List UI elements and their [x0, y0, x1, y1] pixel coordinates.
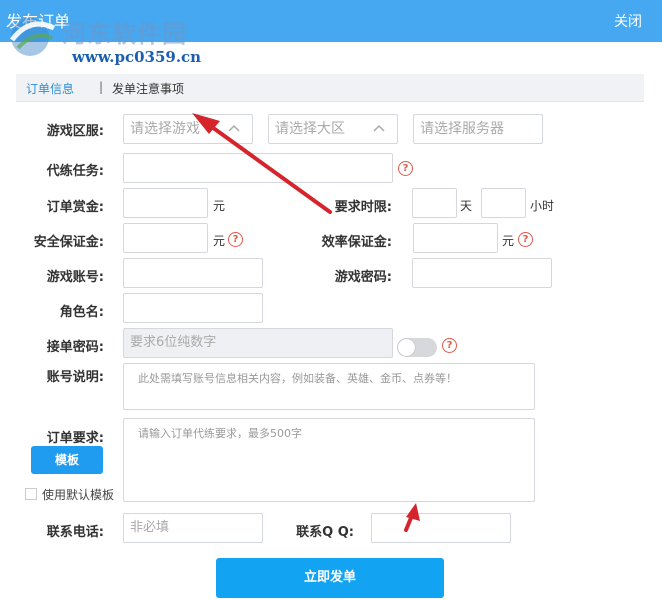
hours-unit: 小时 [530, 199, 555, 213]
role-label: 角色名: [59, 305, 104, 320]
template-button[interactable]: 模板 [31, 446, 103, 474]
window-title: 发布订单 [6, 12, 71, 31]
server-select-text: 请选择服务器 [420, 121, 504, 137]
qq-label: 联系Q Q: [296, 525, 354, 540]
days-input[interactable] [412, 188, 457, 218]
region-select[interactable]: 请选择大区 [268, 114, 398, 144]
reward-input[interactable] [123, 188, 208, 218]
accept-password-toggle[interactable] [397, 338, 437, 357]
time-label: 要求时限: [334, 200, 392, 215]
safety-deposit-unit: 元 [213, 234, 226, 248]
account-label: 游戏账号: [46, 270, 104, 285]
task-input[interactable] [123, 153, 393, 183]
requirements-textarea[interactable]: 请输入订单代练要求，最多500字 [123, 418, 535, 502]
qq-input[interactable] [371, 513, 511, 543]
title-bar: 发布订单 关闭 [0, 0, 662, 42]
tab-separator: | [99, 80, 104, 94]
accept-password-input[interactable]: 要求6位纯数字 [123, 328, 393, 358]
efficiency-deposit-label: 效率保证金: [321, 235, 392, 250]
default-template-label: 使用默认模板 [42, 488, 115, 502]
accept-password-help-icon[interactable]: ? [442, 338, 457, 353]
reward-unit: 元 [213, 199, 226, 213]
game-select-text: 请选择游戏 [130, 121, 200, 137]
days-unit: 天 [460, 199, 473, 213]
submit-button[interactable]: 立即发单 [216, 558, 444, 598]
role-input[interactable] [123, 293, 263, 323]
toggle-knob [398, 339, 415, 356]
account-input[interactable] [123, 258, 263, 288]
efficiency-deposit-input[interactable] [413, 223, 498, 253]
account-note-textarea[interactable]: 此处需填写账号信息相关内容，例如装备、英雄、金币、点券等！ [123, 363, 535, 410]
accept-password-label: 接单密码: [46, 340, 104, 355]
task-label: 代练任务: [46, 164, 104, 179]
server-label: 游戏区服: [46, 124, 104, 139]
password-input[interactable] [412, 258, 552, 288]
efficiency-deposit-help-icon[interactable]: ? [518, 232, 533, 247]
safety-deposit-label: 安全保证金: [33, 235, 104, 250]
requirements-label: 订单要求: [46, 431, 104, 446]
tab-order-notes[interactable]: 发单注意事项 [112, 80, 184, 97]
task-help-icon[interactable]: ? [398, 161, 413, 176]
phone-label: 联系电话: [46, 525, 104, 540]
default-template-checkbox[interactable] [25, 488, 37, 500]
safety-deposit-input[interactable] [123, 223, 208, 253]
game-select[interactable]: 请选择游戏 [123, 114, 253, 144]
server-select[interactable]: 请选择服务器 [413, 114, 543, 144]
region-select-text: 请选择大区 [275, 121, 345, 137]
chevron-up-icon [373, 124, 385, 132]
password-label: 游戏密码: [334, 270, 392, 285]
phone-input[interactable]: 非必填 [123, 513, 263, 543]
safety-deposit-help-icon[interactable]: ? [228, 232, 243, 247]
tab-order-info[interactable]: 订单信息 [26, 80, 74, 97]
tab-bar: 订单信息 | 发单注意事项 [16, 74, 644, 102]
efficiency-deposit-unit: 元 [502, 234, 515, 248]
chevron-up-icon [228, 124, 240, 132]
hours-input[interactable] [481, 188, 526, 218]
close-button[interactable]: 关闭 [614, 11, 642, 31]
account-note-label: 账号说明: [46, 370, 104, 385]
watermark-url: www.pc0359.cn [72, 48, 202, 66]
reward-label: 订单赏金: [46, 200, 104, 215]
